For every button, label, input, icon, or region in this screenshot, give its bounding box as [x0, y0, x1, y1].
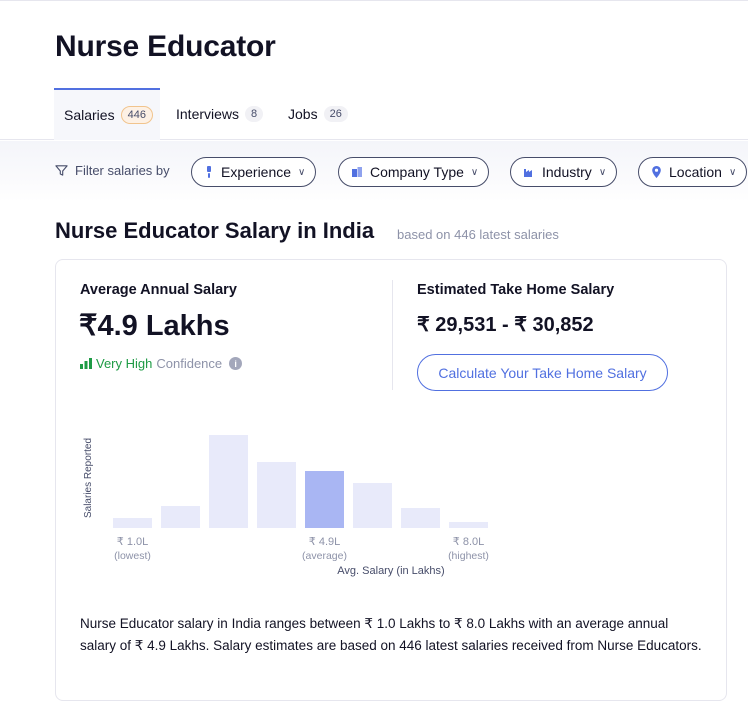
confidence-bars-icon: [80, 358, 92, 369]
filter-bar: Filter salaries by Experience ∨ Company …: [0, 141, 748, 201]
calculate-take-home-button[interactable]: Calculate Your Take Home Salary: [417, 354, 668, 391]
bars-group: [113, 435, 488, 528]
salary-bar[interactable]: [209, 435, 248, 528]
confidence-indicator: Very High Confidence i: [80, 356, 243, 371]
salary-bar[interactable]: [353, 483, 392, 528]
tab-count-badge: 26: [323, 106, 348, 122]
x-axis-label: Avg. Salary (in Lakhs): [337, 565, 444, 577]
vertical-divider: [392, 280, 393, 390]
tab-label: Interviews: [176, 106, 240, 122]
chip-label: Experience: [221, 164, 292, 180]
tick-labels-group: ₹ 1.0L (lowest) ₹ 4.9L (average) ₹ 8.0L (high…: [114, 536, 489, 562]
salary-distribution-chart: Salaries Reported ₹ 1.0L (lowest) ₹ 4.9L (a…: [83, 435, 489, 577]
tick-value-label: ₹ 1.0L: [117, 536, 148, 548]
chip-label: Location: [669, 164, 722, 180]
average-salary-label: Average Annual Salary: [80, 282, 237, 298]
chevron-down-icon: ∨: [728, 166, 737, 178]
salary-bar[interactable]: [449, 522, 488, 528]
tab-jobs[interactable]: Jobs 26: [288, 88, 348, 140]
confidence-level: Very High: [96, 356, 153, 371]
salary-bar[interactable]: [257, 462, 296, 528]
chip-label: Industry: [542, 164, 592, 180]
building-icon: [352, 167, 362, 177]
salary-bar[interactable]: [401, 508, 440, 528]
chevron-down-icon: ∨: [298, 166, 306, 178]
section-subtitle: based on 446 latest salaries: [397, 227, 559, 242]
filter-funnel-icon: [55, 165, 68, 176]
tick-caption-label: (average): [302, 550, 347, 562]
confidence-word: Confidence: [156, 356, 223, 371]
filter-label-text: Filter salaries by: [75, 163, 170, 178]
take-home-label: Estimated Take Home Salary: [417, 282, 615, 298]
chip-label: Company Type: [370, 164, 464, 180]
average-salary-bar[interactable]: [305, 471, 344, 528]
salary-description: Nurse Educator salary in India ranges be…: [80, 616, 702, 653]
tick-caption-label: (lowest): [114, 550, 151, 562]
salary-bar[interactable]: [161, 506, 200, 528]
tick-value-label: ₹ 4.9L: [309, 536, 340, 548]
salary-bar[interactable]: [113, 518, 152, 528]
top-divider: [0, 0, 748, 1]
salary-card: Average Annual Salary ₹4.9 Lakhs Very Hi…: [55, 259, 727, 701]
experience-filter-dropdown[interactable]: Experience ∨: [191, 157, 317, 187]
tab-label: Salaries: [64, 107, 115, 123]
average-salary-value: ₹4.9 Lakhs: [79, 310, 230, 342]
tick-value-label: ₹ 8.0L: [453, 536, 484, 548]
tab-salaries[interactable]: Salaries 446: [54, 88, 160, 140]
filter-label: Filter salaries by: [55, 163, 170, 178]
chevron-down-icon: ∨: [598, 166, 607, 178]
tab-bar: Salaries 446 Interviews 8 Jobs 26: [0, 88, 748, 140]
page-title: Nurse Educator: [55, 30, 276, 63]
location-pin-icon: [652, 166, 661, 178]
section-title: Nurse Educator Salary in India: [55, 218, 375, 243]
info-icon[interactable]: i: [229, 357, 243, 370]
location-filter-dropdown[interactable]: Location ∨: [638, 157, 748, 187]
company-type-filter-dropdown[interactable]: Company Type ∨: [338, 157, 490, 187]
take-home-value: ₹ 29,531 - ₹ 30,852: [417, 314, 594, 336]
tab-count-badge: 446: [120, 106, 153, 124]
tab-interviews[interactable]: Interviews 8: [176, 88, 264, 140]
experience-icon: [207, 166, 211, 178]
y-axis-label: Salaries Reported: [83, 438, 94, 518]
tab-label: Jobs: [288, 106, 318, 122]
tab-count-badge: 8: [245, 106, 264, 122]
chevron-down-icon: ∨: [470, 166, 479, 178]
factory-icon: [524, 169, 532, 177]
industry-filter-dropdown[interactable]: Industry ∨: [510, 157, 618, 187]
tick-caption-label: (highest): [448, 550, 489, 562]
